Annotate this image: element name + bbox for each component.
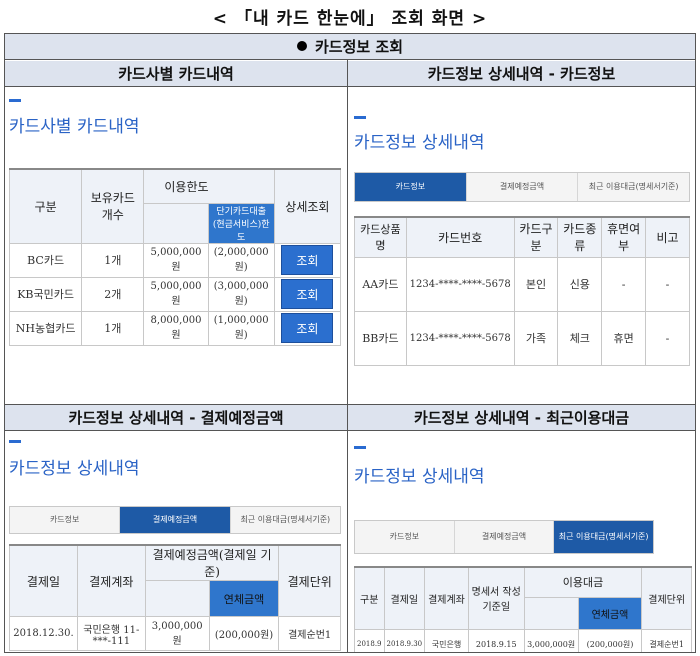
col-product: 카드상품명 [354, 216, 407, 258]
q4-title: 카드정보 상세내역 [354, 467, 485, 487]
cell-stmt: 2018.9.15 [467, 628, 525, 652]
row-short: (3,000,000원) [207, 276, 275, 312]
cell: 가족 [513, 310, 559, 366]
cell-date: 2018.12.30. [9, 616, 78, 651]
row-limit: 8,000,000원 [143, 310, 209, 346]
cell-account: 국민은행 11-***-111 [76, 616, 146, 651]
q3-tabs: 카드정보 결제예정금액 최근 이용대금(명세서기준) [9, 506, 341, 534]
row-short: (1,000,000원) [207, 310, 275, 346]
q1-title: 카드사별 카드내역 [9, 117, 140, 137]
col-kind: 카드종류 [557, 216, 603, 258]
col-stmt: 명세서 작성기준일 [467, 566, 525, 630]
q3-table: 결제일 결제계좌 결제예정금액(결제일 기준) 결제단위 연체금액 2018.1… [9, 544, 341, 651]
q2-tabs: 카드정보 결제예정금액 최근 이용대금(명세서기준) [354, 172, 690, 202]
col-note: 비고 [645, 216, 690, 258]
detail-button[interactable]: 조회 [281, 279, 334, 309]
tab-card-info[interactable]: 카드정보 [355, 521, 455, 553]
cell-amount: 3,000,000원 [144, 616, 210, 651]
col-count: 보유카드 개수 [81, 168, 145, 244]
tab-card-info[interactable]: 카드정보 [10, 507, 121, 533]
row-count: 1개 [81, 310, 145, 346]
detail-button[interactable]: 조회 [281, 245, 334, 275]
cell-gubun: 2018.9 [354, 628, 385, 652]
q1-header: 카드사별 카드내역 [5, 61, 347, 87]
row-count: 2개 [81, 276, 145, 312]
detail-button[interactable]: 조회 [281, 313, 334, 343]
q3-title: 카드정보 상세내역 [9, 459, 140, 479]
cell-overdue: (200,000원) [577, 628, 643, 652]
cell: 휴면 [601, 310, 647, 366]
cell-unit: 결제순번1 [278, 616, 341, 651]
col-gubun: 구분 [8, 168, 83, 244]
tab-recent-usage[interactable]: 최근 이용대금(명세서기준) [578, 173, 690, 201]
q2-title: 카드정보 상세내역 [354, 133, 485, 153]
col-account: 결제계좌 [424, 566, 469, 630]
col-date: 결제일 [383, 566, 426, 630]
tab-card-info[interactable]: 카드정보 [355, 173, 467, 201]
cell: BB카드 [354, 310, 407, 366]
col-amount: 결제예정금액(결제일 기준) [144, 544, 280, 581]
cell: AA카드 [354, 256, 407, 312]
page-title: < 「내 카드 한눈에」 조회 화면 > [212, 9, 488, 29]
col-overdue: 연체금액 [577, 596, 643, 630]
banner: 카드정보 조회 [5, 34, 695, 60]
cell-unit: 결제순번1 [641, 628, 692, 652]
q2-table: 카드상품명 카드번호 카드구분 카드종류 휴면여부 비고 AA카드 1234-*… [354, 216, 690, 366]
q3-panel: 카드정보 상세내역 카드정보 결제예정금액 최근 이용대금(명세서기준) 결제일… [5, 432, 347, 652]
tab-payment-due[interactable]: 결제예정금액 [454, 521, 555, 553]
row-company: KB국민카드 [8, 276, 83, 312]
col-dormant: 휴면여부 [601, 216, 647, 258]
col-account: 결제계좌 [76, 544, 146, 617]
cell: 1234-****-****-5678 [405, 310, 515, 366]
screen-frame: 카드정보 조회 카드사별 카드내역 카드정보 상세내역 - 카드정보 카드정보 … [4, 33, 696, 653]
q4-tabs: 카드정보 결제예정금액 최근 이용대금(명세서기준) [354, 520, 654, 554]
bullet-icon [296, 41, 307, 51]
col-gubun: 구분 [354, 566, 385, 630]
col-number: 카드번호 [405, 216, 515, 258]
accent-bar [354, 116, 366, 119]
row-count: 1개 [81, 242, 145, 278]
row-limit: 5,000,000원 [143, 242, 209, 278]
tab-payment-due[interactable]: 결제예정금액 [120, 507, 231, 533]
row-company: NH농협카드 [8, 310, 83, 346]
banner-label: 카드정보 조회 [314, 38, 404, 56]
cell: - [645, 310, 690, 366]
q4-header: 카드정보 상세내역 - 최근이용대금 [348, 405, 695, 431]
col-unit: 결제단위 [278, 544, 341, 617]
cell-usage: 3,000,000원 [523, 628, 579, 652]
col-date: 결제일 [9, 544, 78, 617]
col-overdue: 연체금액 [208, 580, 280, 617]
col-limit: 이용한도 [143, 168, 275, 204]
tab-payment-due[interactable]: 결제예정금액 [466, 173, 579, 201]
tab-recent-usage[interactable]: 최근 이용대금(명세서기준) [230, 507, 340, 533]
accent-bar [9, 99, 21, 102]
row-short: (2,000,000원) [207, 242, 275, 278]
q4-table: 구분 결제일 결제계좌 명세서 작성기준일 이용대금 결제단위 연체금액 201… [354, 566, 692, 652]
cell-account: 국민은행 [424, 628, 469, 652]
cell: 1234-****-****-5678 [405, 256, 515, 312]
accent-bar [9, 440, 21, 443]
q1-table: 구분 보유카드 개수 이용한도 상세조회 단기카드대출 (현금서비스)한도 BC… [8, 168, 342, 346]
cell: - [601, 256, 647, 312]
row-limit: 5,000,000원 [143, 276, 209, 312]
tab-recent-usage[interactable]: 최근 이용대금(명세서기준) [554, 521, 654, 553]
row-company: BC카드 [8, 242, 83, 278]
accent-bar [354, 446, 366, 449]
cell: 체크 [557, 310, 603, 366]
cell-date: 2018.9.30 [383, 628, 426, 652]
col-detail: 상세조회 [273, 168, 342, 244]
col-unit: 결제단위 [641, 566, 692, 630]
q1-panel: 카드사별 카드내역 구분 보유카드 개수 이용한도 상세조회 단기카드대출 (현… [5, 88, 347, 404]
col-short: 단기카드대출 (현금서비스)한도 [207, 202, 275, 244]
q4-panel: 카드정보 상세내역 카드정보 결제예정금액 최근 이용대금(명세서기준) 구분 … [348, 432, 695, 652]
q2-header: 카드정보 상세내역 - 카드정보 [348, 61, 695, 87]
q3-header: 카드정보 상세내역 - 결제예정금액 [5, 405, 347, 431]
col-usage: 이용대금 [523, 566, 643, 598]
col-type: 카드구분 [513, 216, 559, 258]
cell: 본인 [513, 256, 559, 312]
cell-overdue: (200,000원) [208, 616, 280, 651]
q2-panel: 카드정보 상세내역 카드정보 결제예정금액 최근 이용대금(명세서기준) 카드상… [348, 88, 695, 404]
cell: - [645, 256, 690, 312]
cell: 신용 [557, 256, 603, 312]
